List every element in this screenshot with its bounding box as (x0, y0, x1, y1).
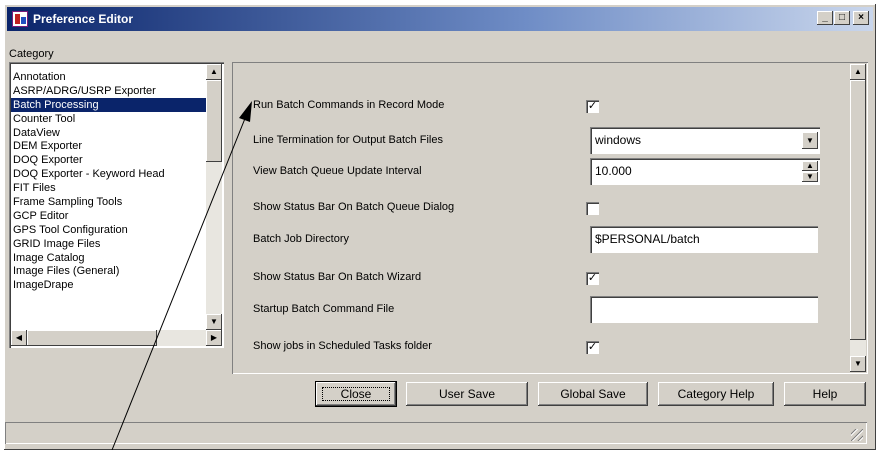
category-item[interactable]: Batch Processing (11, 97, 207, 112)
window-title: Preference Editor (33, 12, 134, 26)
category-item[interactable]: DEM Exporter (11, 139, 207, 153)
category-item[interactable]: ImageDrape (11, 278, 207, 292)
category-item[interactable]: DOQ Exporter (11, 153, 207, 167)
preference-checkbox[interactable] (586, 202, 599, 215)
chevron-down-icon[interactable]: ▼ (802, 132, 818, 149)
help-button[interactable]: Help (784, 382, 866, 406)
preference-checkbox[interactable]: ✓ (586, 272, 599, 285)
preference-label: Line Termination for Output Batch Files (253, 134, 443, 146)
category-item[interactable]: Frame Sampling Tools (11, 195, 207, 209)
category-help-button[interactable]: Category Help (658, 382, 774, 406)
scroll-right-icon[interactable]: ▶ (206, 330, 222, 346)
category-item[interactable]: DOQ Exporter - Keyword Head (11, 167, 207, 181)
category-label: Category (9, 48, 54, 60)
spin-down-icon[interactable]: ▼ (802, 172, 818, 182)
status-bar (5, 422, 867, 444)
panel-scroll-thumb[interactable] (850, 80, 866, 340)
line-termination-dropdown[interactable]: windows ▼ (590, 127, 820, 154)
category-item[interactable]: FIT Files (11, 181, 207, 195)
category-item[interactable]: Image Files (General) (11, 264, 207, 278)
category-item[interactable]: Annotation (11, 70, 207, 84)
preferences-scrollbar[interactable]: ▲ ▼ (850, 64, 866, 372)
scroll-thumb[interactable] (206, 80, 222, 162)
category-item[interactable]: GCP Editor (11, 209, 207, 223)
preference-label: Run Batch Commands in Record Mode (253, 99, 445, 111)
close-button[interactable]: Close (315, 381, 397, 407)
scroll-up-icon[interactable]: ▲ (206, 64, 222, 80)
preference-text-field[interactable] (590, 296, 818, 323)
scroll-left-icon[interactable]: ◀ (11, 330, 27, 346)
preference-label: Show Status Bar On Batch Queue Dialog (253, 201, 455, 213)
category-list[interactable]: Annotation ASRP/ADRG/USRP Exporter Batch P… (9, 62, 224, 348)
category-items: Annotation ASRP/ADRG/USRP Exporter Batch P… (11, 70, 207, 292)
preference-label: Batch Job Directory (253, 233, 349, 245)
field-value: 10.000 (595, 164, 632, 178)
preferences-panel: Run Batch Commands in Record Mode ✓ Line T… (232, 62, 868, 374)
preference-label: Show jobs in Scheduled Tasks folder (253, 340, 432, 352)
title-bar[interactable]: Preference Editor _ □ × (7, 7, 873, 31)
category-item[interactable]: DataView (11, 126, 207, 140)
spin-up-icon[interactable]: ▲ (802, 161, 818, 171)
close-window-button[interactable]: × (853, 11, 869, 25)
preference-label: Show Status Bar On Batch Wizard (253, 271, 422, 283)
maximize-button[interactable]: □ (834, 11, 850, 25)
preference-label: View Batch Queue Update Interval (253, 165, 422, 177)
user-save-button[interactable]: User Save (406, 382, 528, 406)
category-vertical-scrollbar[interactable]: ▲ ▼ (206, 64, 222, 330)
update-interval-spinner[interactable]: 10.000 ▲ ▼ (590, 158, 820, 185)
field-value: windows (595, 133, 642, 147)
category-item[interactable]: GRID Image Files (11, 237, 207, 251)
category-item[interactable]: Image Catalog (11, 251, 207, 265)
resize-grip-icon[interactable] (851, 429, 863, 441)
field-value: $PERSONAL/batch (595, 232, 700, 246)
scroll-down-icon[interactable]: ▼ (206, 314, 222, 330)
horizontal-scroll-thumb[interactable] (27, 330, 157, 346)
app-icon (12, 11, 28, 27)
preference-checkbox[interactable]: ✓ (586, 100, 599, 113)
category-item[interactable]: GPS Tool Configuration (11, 223, 207, 237)
preference-text-field[interactable]: $PERSONAL/batch (590, 226, 818, 253)
category-item[interactable]: ASRP/ADRG/USRP Exporter (11, 84, 207, 98)
panel-scroll-up-icon[interactable]: ▲ (850, 64, 866, 80)
preference-label: Startup Batch Command File (253, 303, 395, 315)
close-button-label: Close (322, 387, 390, 401)
category-item[interactable]: Counter Tool (11, 112, 207, 126)
panel-scroll-down-icon[interactable]: ▼ (850, 356, 866, 372)
category-horizontal-scrollbar[interactable]: ◀ ▶ (11, 330, 222, 346)
global-save-button[interactable]: Global Save (538, 382, 648, 406)
minimize-button[interactable]: _ (817, 11, 833, 25)
preference-checkbox[interactable]: ✓ (586, 341, 599, 354)
